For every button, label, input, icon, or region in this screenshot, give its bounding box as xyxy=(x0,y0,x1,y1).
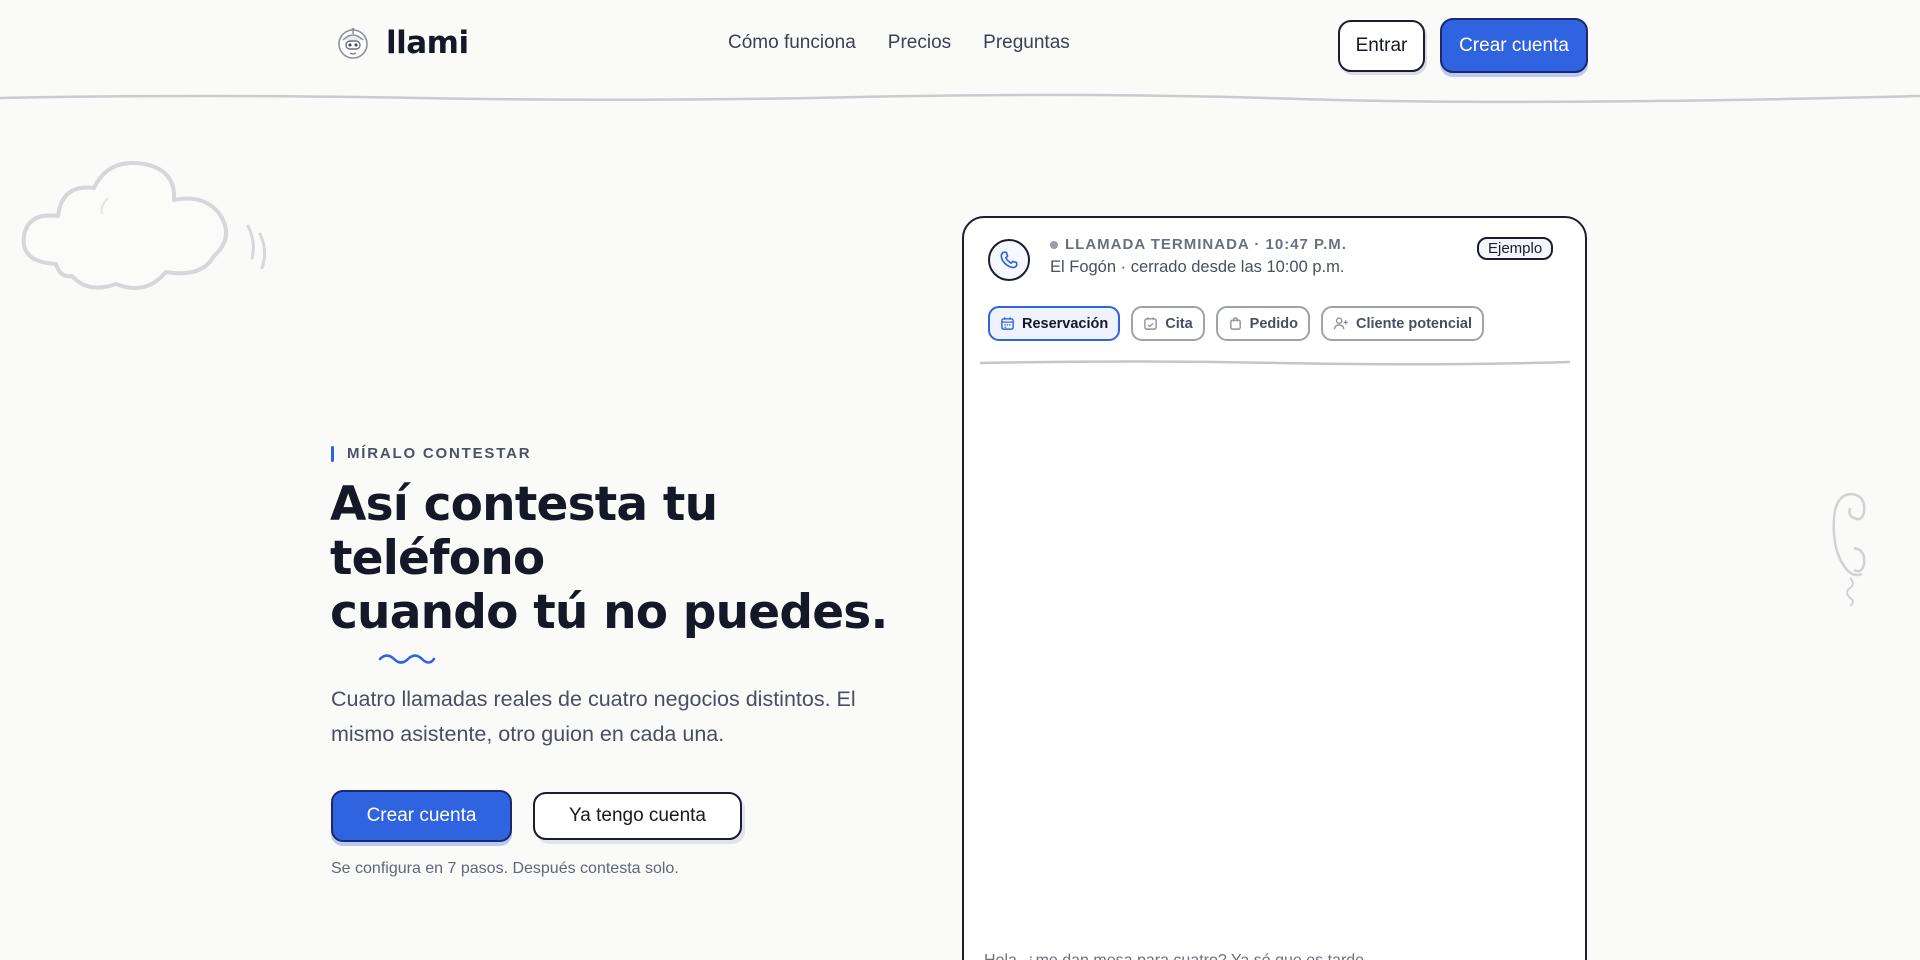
eyebrow-accent-bar xyxy=(331,445,334,462)
tab-cita[interactable]: Cita xyxy=(1131,306,1205,341)
cloud-doodle xyxy=(21,161,267,290)
call-example-card: LLAMADA TERMINADA · 10:47 P.M. El Fogón … xyxy=(962,216,1587,960)
tab-label: Cliente potencial xyxy=(1356,315,1473,332)
tab-label: Reservación xyxy=(1022,315,1109,332)
tab-pedido[interactable]: Pedido xyxy=(1215,306,1310,341)
nav-item-precios[interactable]: Precios xyxy=(888,32,951,54)
call-subtitle: El Fogón · cerrado desde las 10:00 p.m. xyxy=(1050,258,1345,276)
transcript-preview: Hola, ¿me dan mesa para cuatro? Ya sé qu… xyxy=(984,952,1380,960)
hero-signup-button[interactable]: Crear cuenta xyxy=(331,790,512,842)
tab-label: Pedido xyxy=(1249,315,1298,332)
hero-title-line-1: Así contesta tu xyxy=(330,477,718,532)
shopping-bag-icon xyxy=(1228,316,1243,331)
have-account-button[interactable]: Ya tengo cuenta xyxy=(533,792,742,840)
phone-icon xyxy=(988,239,1030,281)
hero-title-line-2: teléfono xyxy=(330,531,545,586)
tab-reservacion[interactable]: Reservación xyxy=(988,306,1121,341)
login-button[interactable]: Entrar xyxy=(1338,20,1425,72)
status-dot xyxy=(1050,240,1058,249)
call-status: LLAMADA TERMINADA · 10:47 P.M. xyxy=(1050,236,1347,253)
nav-item-como-funciona[interactable]: Cómo funciona xyxy=(728,32,856,54)
tab-cliente-potencial[interactable]: Cliente potencial xyxy=(1321,306,1485,341)
hero-eyebrow: MÍRALO CONTESTAR xyxy=(331,445,531,462)
brand[interactable]: llami xyxy=(334,24,469,62)
calendar-check-icon xyxy=(1143,316,1158,331)
eyebrow-text: MÍRALO CONTESTAR xyxy=(347,445,532,462)
card-divider xyxy=(980,360,1570,366)
tab-label: Cita xyxy=(1165,315,1193,332)
signup-button[interactable]: Crear cuenta xyxy=(1440,18,1588,73)
call-type-tabs: Reservación Cita Pedido Cliente potencia… xyxy=(988,306,1485,341)
setup-note: Se configura en 7 pasos. Después contest… xyxy=(331,860,679,877)
example-badge: Ejemplo xyxy=(1477,237,1554,260)
header-divider xyxy=(0,93,1920,104)
site-header: llami Cómo funciona Precios Preguntas En… xyxy=(0,0,1920,104)
nav-item-preguntas[interactable]: Preguntas xyxy=(983,32,1070,54)
title-squiggle-underline xyxy=(378,654,436,664)
hero-description: Cuatro llamadas reales de cuatro negocio… xyxy=(331,687,856,746)
hero-title: Así contesta tu teléfono cuando tú no pu… xyxy=(330,478,930,640)
brand-name: llami xyxy=(386,25,469,61)
calendar-icon xyxy=(1000,316,1015,331)
user-plus-icon xyxy=(1333,316,1349,331)
main-nav: Cómo funciona Precios Preguntas xyxy=(728,32,1070,54)
robot-face-icon xyxy=(334,24,372,62)
old-phone-doodle-icon xyxy=(1832,492,1866,607)
hero-title-line-3: cuando tú no puedes. xyxy=(330,585,888,640)
call-status-text: LLAMADA TERMINADA · 10:47 P.M. xyxy=(1065,236,1347,253)
